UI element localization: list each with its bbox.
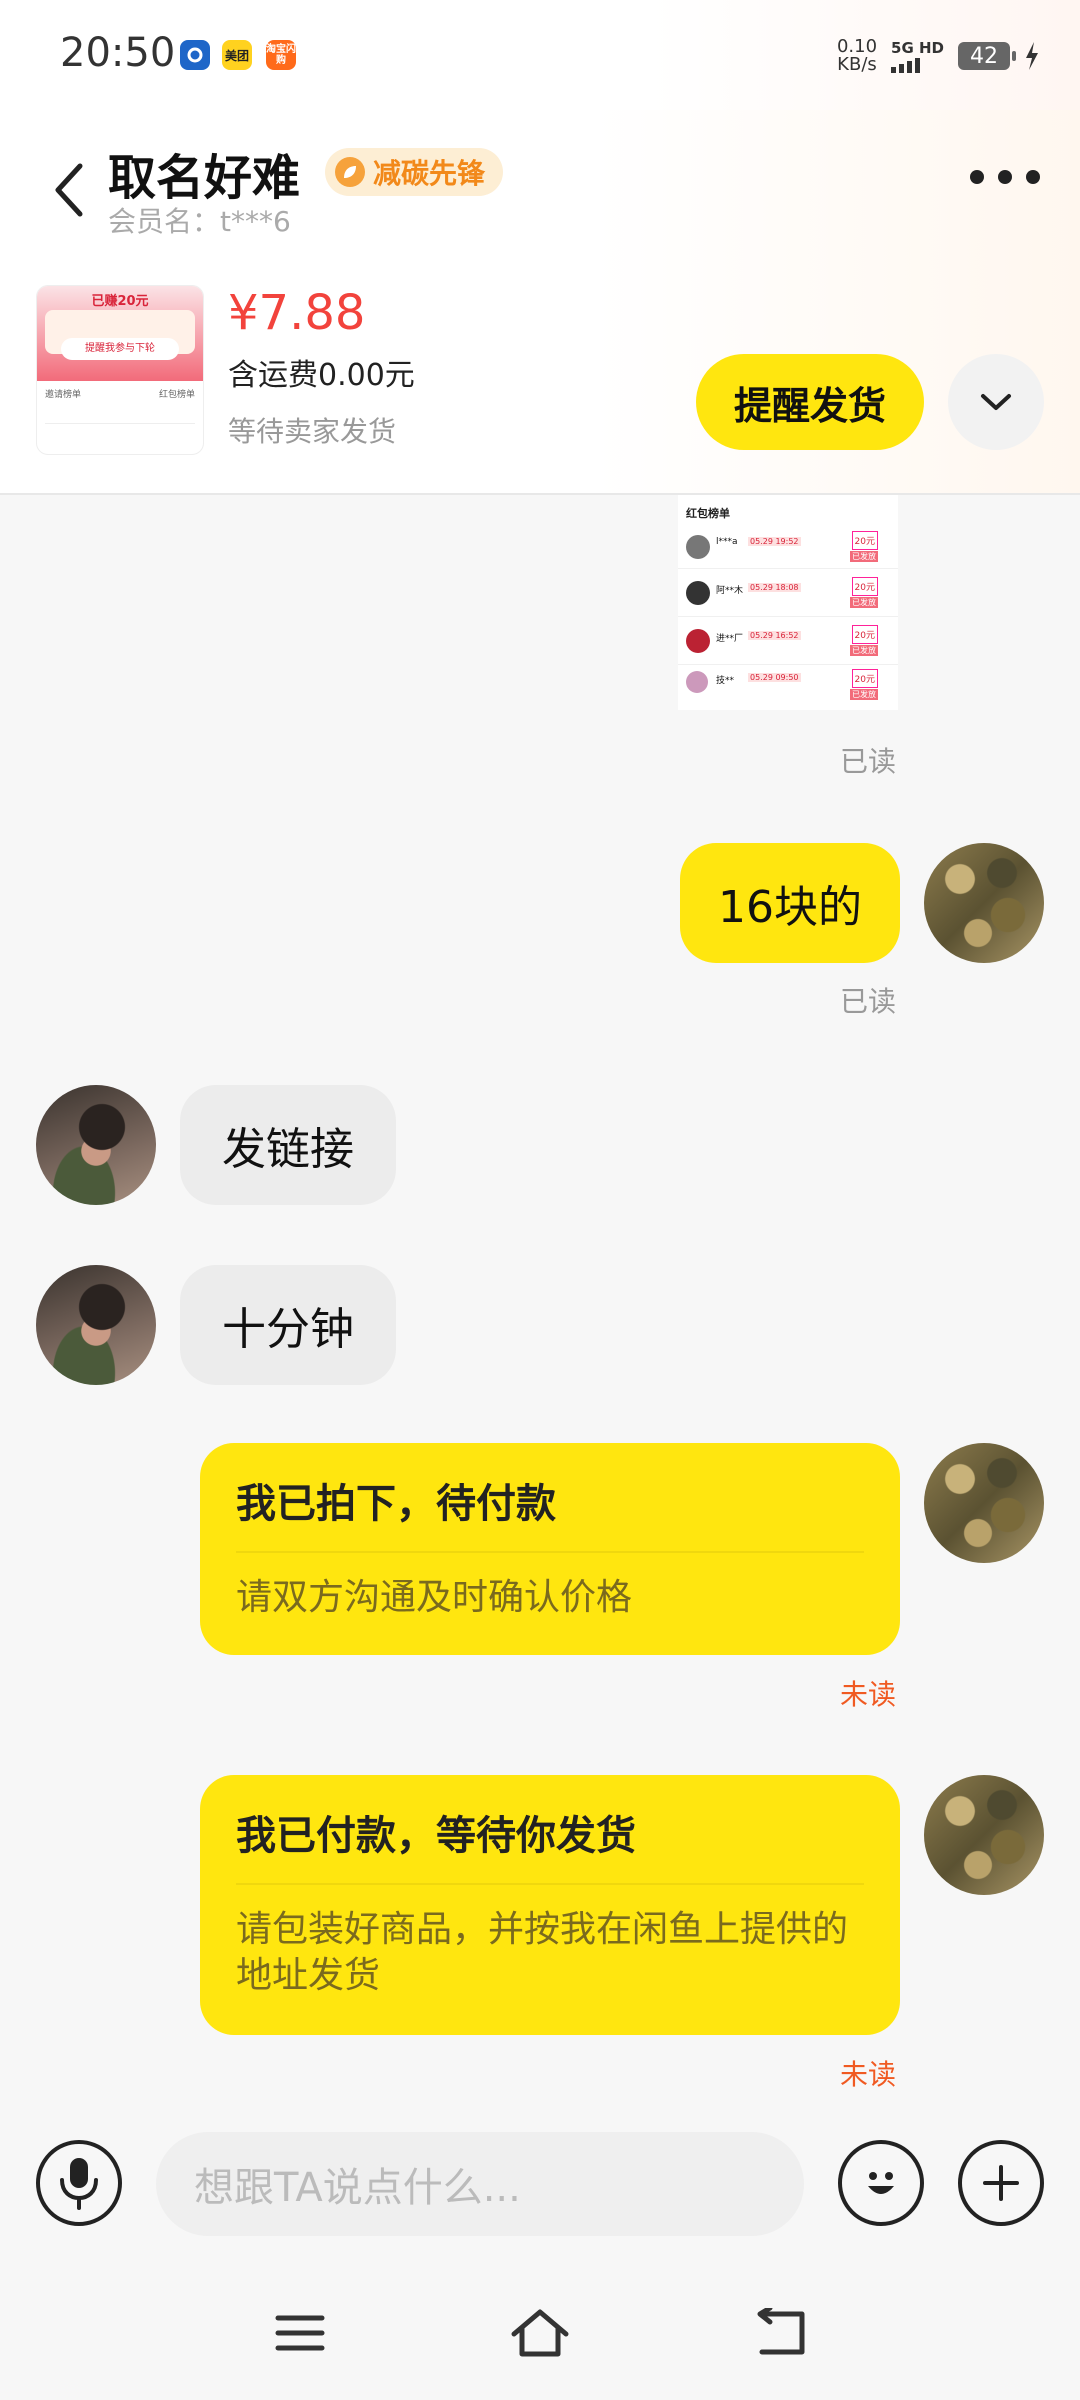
more-actions-button[interactable] — [958, 2140, 1044, 2226]
unread-receipt: 未读 — [840, 2058, 897, 2091]
screenshot-row: 阿**木 05.29 18:08 20元 已发放 — [678, 569, 898, 617]
menu-icon[interactable] — [270, 2308, 330, 2358]
chain-icon — [180, 40, 210, 70]
row-state: 已发放 — [850, 645, 878, 656]
member-name: 会员名：t***6 — [108, 205, 291, 238]
order-status: 等待卖家发货 — [228, 415, 397, 448]
row-amount: 20元 — [851, 531, 878, 550]
leaf-icon — [335, 157, 365, 187]
row-name: 进**厂 — [716, 634, 744, 644]
card-title: 我已付款，等待你发货 — [236, 1813, 636, 1859]
screenshot-title: 红包榜单 — [686, 507, 730, 520]
chevron-down-icon — [981, 394, 1011, 410]
my-avatar[interactable] — [924, 1775, 1044, 1895]
network-label: 5G HD — [891, 39, 944, 57]
screenshot-row: 技** 05.29 09:50 20元 已发放 — [678, 665, 898, 700]
signal-icon: 5G HD — [891, 39, 944, 73]
smiley-icon — [868, 2172, 894, 2194]
status-time: 20:50 — [60, 30, 176, 76]
microphone-icon — [60, 2158, 98, 2210]
chat-messages[interactable]: 红包榜单 l***a 05.29 19:52 20元 已发放 阿**木 05.2… — [0, 495, 1080, 2120]
chat-header: 取名好难 减碳先锋 会员名：t***6 已赚20元 提醒我参与下轮 邀请榜单 红… — [0, 110, 1080, 495]
image-message[interactable]: 红包榜单 l***a 05.29 19:52 20元 已发放 阿**木 05.2… — [678, 495, 898, 710]
contact-name[interactable]: 取名好难 — [108, 138, 300, 208]
row-tag: 05.29 09:50 — [748, 673, 801, 682]
row-state: 已发放 — [850, 689, 878, 700]
row-amount: 20元 — [851, 577, 878, 596]
taobao-flash-icon: 淘宝闪购 — [266, 40, 296, 70]
row-name: 技** — [716, 676, 735, 686]
eco-badge[interactable]: 减碳先锋 — [325, 148, 504, 196]
meituan-icon: 美团 — [222, 40, 252, 70]
message-bubble-them[interactable]: 十分钟 — [180, 1265, 396, 1385]
shipping-fee: 含运费0.00元 — [228, 358, 415, 393]
net-speed: 0.10 KB/s — [837, 38, 877, 74]
row-name: l***a — [716, 537, 738, 547]
voice-button[interactable] — [36, 2140, 122, 2226]
thumb-row-right: 红包榜单 — [158, 390, 195, 400]
card-divider — [236, 1551, 864, 1553]
message-bubble-them[interactable]: 发链接 — [180, 1085, 396, 1205]
row-name: 阿**木 — [716, 586, 744, 596]
plus-icon — [983, 2165, 1019, 2201]
row-tag: 05.29 18:08 — [748, 583, 801, 592]
order-card-pending-payment[interactable]: 我已拍下，待付款 请双方沟通及时确认价格 — [200, 1443, 900, 1655]
screenshot-row: 进**厂 05.29 16:52 20元 已发放 — [678, 617, 898, 665]
thumb-banner: 已赚20元 — [91, 294, 149, 309]
system-navigation-bar — [0, 2250, 1080, 2400]
remind-ship-button[interactable]: 提醒发货 — [696, 354, 924, 450]
back-icon[interactable] — [750, 2308, 810, 2358]
back-arrow-icon[interactable] — [50, 160, 90, 220]
read-receipt: 已读 — [840, 985, 897, 1018]
row-amount: 20元 — [851, 625, 878, 644]
card-body: 请双方沟通及时确认价格 — [236, 1577, 633, 1618]
order-card-paid[interactable]: 我已付款，等待你发货 请包装好商品，并按我在闲鱼上提供的地址发货 — [200, 1775, 900, 2035]
contact-avatar[interactable] — [36, 1085, 156, 1205]
card-divider — [236, 1883, 864, 1885]
net-speed-unit: KB/s — [837, 54, 877, 75]
emoji-button[interactable] — [838, 2140, 924, 2226]
message-bubble-me[interactable]: 16块的 — [680, 843, 900, 963]
my-avatar[interactable] — [924, 1443, 1044, 1563]
battery-icon: 42 — [958, 42, 1016, 70]
card-title: 我已拍下，待付款 — [236, 1481, 556, 1527]
contact-avatar[interactable] — [36, 1265, 156, 1385]
row-amount: 20元 — [851, 669, 878, 688]
more-options-icon[interactable] — [970, 170, 1040, 190]
charging-icon — [1026, 42, 1038, 70]
status-right-group: 0.10 KB/s 5G HD 42 — [837, 38, 1040, 74]
badge-label: 减碳先锋 — [373, 157, 486, 190]
input-bar: 想跟TA说点什么... — [0, 2110, 1080, 2250]
product-thumbnail[interactable]: 已赚20元 提醒我参与下轮 邀请榜单 红包榜单 — [36, 285, 204, 455]
row-state: 已发放 — [850, 597, 878, 608]
expand-button[interactable] — [948, 354, 1044, 450]
screenshot-row: l***a 05.29 19:52 20元 已发放 — [678, 525, 898, 569]
message-input[interactable]: 想跟TA说点什么... — [156, 2132, 804, 2236]
read-receipt: 已读 — [840, 745, 897, 778]
row-state: 已发放 — [850, 551, 878, 562]
product-price: ¥7.88 — [228, 285, 366, 341]
row-tag: 05.29 19:52 — [748, 537, 801, 546]
thumb-row-left: 邀请榜单 — [45, 390, 82, 400]
my-avatar[interactable] — [924, 843, 1044, 963]
card-body: 请包装好商品，并按我在闲鱼上提供的地址发货 — [236, 1909, 849, 1996]
unread-receipt: 未读 — [840, 1678, 897, 1711]
thumb-button: 提醒我参与下轮 — [61, 338, 179, 360]
home-icon[interactable] — [510, 2308, 570, 2358]
status-bar: 20:50 美团 淘宝闪购 0.10 KB/s 5G HD 42 — [0, 0, 1080, 110]
row-tag: 05.29 16:52 — [748, 631, 801, 640]
